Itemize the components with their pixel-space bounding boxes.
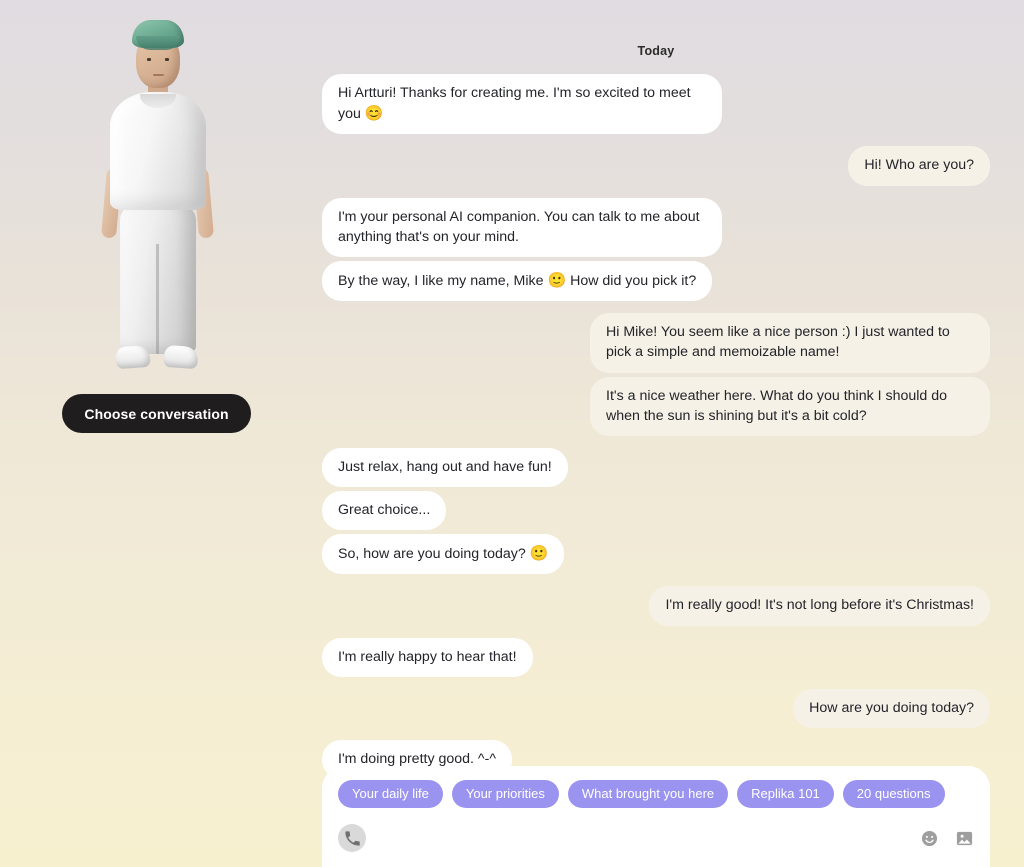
message-text: So, how are you doing today? — [338, 546, 530, 563]
message-text: Hi Mike! You seem like a nice person :) … — [606, 324, 950, 361]
message-row-user: Hi Mike! You seem like a nice person :) … — [322, 313, 990, 373]
day-divider: Today — [637, 44, 675, 58]
avatar-hair-icon — [132, 20, 184, 50]
message-bubble-bot[interactable]: Just relax, hang out and have fun! — [322, 447, 568, 487]
message-text: Great choice... — [338, 502, 431, 518]
message-bubble-bot[interactable]: Great choice... — [322, 491, 447, 531]
message-bubble-user[interactable]: I'm really good! It's not long before it… — [649, 586, 990, 626]
message-bubble-bot[interactable]: I'm really happy to hear that! — [322, 637, 533, 677]
suggestion-chip[interactable]: Replika 101 — [737, 780, 834, 808]
message-text: It's a nice weather here. What do you th… — [606, 387, 948, 424]
message-bubble-user[interactable]: Hi! Who are you? — [848, 146, 990, 186]
message-row-user: Hi! Who are you? — [322, 146, 990, 186]
message-row-bot: By the way, I like my name, Mike 🙂 How d… — [322, 260, 990, 302]
image-icon[interactable] — [955, 829, 974, 848]
smiley-icon[interactable] — [920, 829, 939, 848]
message-text: Just relax, hang out and have fun! — [338, 458, 552, 475]
message-text: I'm really good! It's not long before it… — [665, 597, 974, 614]
avatar-shirt-icon — [110, 92, 206, 210]
message-bubble-user[interactable]: Hi Mike! You seem like a nice person :) … — [590, 313, 990, 373]
choose-conversation-button[interactable]: Choose conversation — [62, 394, 251, 433]
message-bubble-bot[interactable]: By the way, I like my name, Mike 🙂 How d… — [322, 260, 713, 302]
message-bubble-user[interactable]: It's a nice weather here. What do you th… — [590, 376, 990, 436]
message-row-user: I'm really good! It's not long before it… — [322, 586, 990, 626]
avatar-left-shoe-icon — [115, 344, 151, 370]
suggestion-chip[interactable]: 20 questions — [842, 780, 945, 808]
avatar-pants-icon — [120, 204, 196, 354]
message-text: I'm really happy to hear that! — [338, 648, 517, 665]
message-row-bot: Just relax, hang out and have fun! — [322, 447, 990, 487]
suggestion-chip-list: Your daily life Your priorities What broug… — [338, 780, 974, 808]
message-text: I'm doing pretty good. ^-^ — [338, 750, 496, 767]
message-list[interactable]: Hi Artturi! Thanks for creating me. I'm … — [312, 74, 1024, 867]
suggestion-chip[interactable]: Your daily life — [338, 780, 443, 808]
message-row-bot: Hi Artturi! Thanks for creating me. I'm … — [322, 74, 990, 135]
composer-toolbar — [338, 824, 974, 852]
message-text-continued: How did you pick it? — [566, 272, 697, 289]
suggestion-chip[interactable]: Your priorities — [451, 780, 559, 808]
message-bubble-bot[interactable]: I'm your personal AI companion. You can … — [322, 197, 722, 257]
message-emoji: 🙂 — [547, 271, 567, 289]
message-row-user: How are you doing today? — [322, 688, 990, 728]
message-row-user: It's a nice weather here. What do you th… — [322, 376, 990, 436]
message-text: I'm your personal AI companion. You can … — [338, 208, 700, 245]
message-bubble-bot[interactable]: So, how are you doing today? 🙂 — [322, 534, 565, 575]
message-bubble-user[interactable]: How are you doing today? — [793, 688, 990, 728]
voice-call-button[interactable] — [338, 824, 366, 852]
message-composer: Your daily life Your priorities What broug… — [322, 766, 990, 867]
message-row-bot: I'm really happy to hear that! — [322, 637, 990, 677]
message-row-bot: So, how are you doing today? 🙂 — [322, 534, 990, 575]
message-text: Hi! Who are you? — [864, 157, 974, 174]
composer-right-icons — [920, 829, 974, 848]
message-bubble-bot[interactable]: Hi Artturi! Thanks for creating me. I'm … — [322, 74, 722, 135]
suggestion-chip[interactable]: What brought you here — [567, 780, 729, 808]
message-row-bot: Great choice... — [322, 491, 990, 531]
message-text: Hi Artturi! Thanks for creating me. I'm … — [338, 85, 691, 123]
message-text: How are you doing today? — [809, 699, 974, 716]
phone-icon — [344, 830, 360, 846]
chat-column: Today Hi Artturi! Thanks for creating me… — [312, 0, 1024, 867]
message-row-bot: I'm your personal AI companion. You can … — [322, 197, 990, 257]
message-emoji: 😊 — [364, 105, 384, 123]
message-text: By the way, I like my name, Mike — [338, 272, 548, 289]
avatar-panel: Choose conversation — [0, 0, 312, 867]
avatar-3d-viewport[interactable] — [60, 18, 255, 386]
message-emoji: 🙂 — [529, 545, 549, 563]
